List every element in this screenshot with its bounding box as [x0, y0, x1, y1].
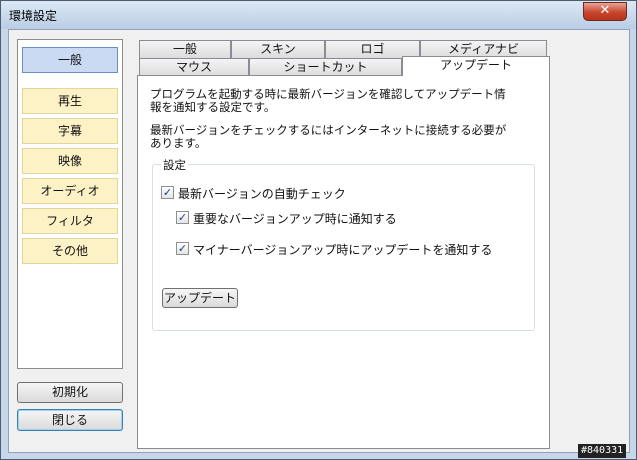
- auto-check-label[interactable]: 最新バージョンの自動チェック: [178, 185, 346, 202]
- sidebar-item-other[interactable]: その他: [22, 238, 118, 264]
- notice-line: あります。: [150, 135, 207, 150]
- close-icon[interactable]: ✕: [583, 2, 627, 21]
- tab-mouse[interactable]: マウス: [139, 58, 249, 76]
- settings-group: 設定 ✓ 最新バージョンの自動チェック ✓ 重要なバージョンアップ時に通知する …: [152, 157, 535, 331]
- sidebar-item-general[interactable]: 一般: [22, 47, 118, 73]
- update-button[interactable]: アップデート: [162, 288, 238, 308]
- sidebar-item-playback[interactable]: 再生: [22, 88, 118, 114]
- tab-general[interactable]: 一般: [139, 40, 231, 58]
- notify-minor-label[interactable]: マイナーバージョンアップ時にアップデートを通知する: [193, 241, 492, 258]
- settings-group-label: 設定: [161, 157, 188, 173]
- notice-line: 最新バージョンをチェックするにはインターネットに接続する必要が: [150, 123, 507, 137]
- tab-shortcut[interactable]: ショートカット: [249, 58, 402, 76]
- sidebar-item-audio[interactable]: オーディオ: [22, 178, 118, 204]
- description-line: 報を通知する設定です。: [150, 99, 276, 114]
- window-title: 環境設定: [9, 9, 58, 23]
- checkbox-checked-icon[interactable]: ✓: [176, 242, 189, 255]
- corner-badge: #840331: [578, 444, 627, 458]
- checkbox-checked-icon[interactable]: ✓: [176, 211, 189, 224]
- reset-button[interactable]: 初期化: [17, 382, 123, 403]
- notify-major-label[interactable]: 重要なバージョンアップ時に通知する: [193, 210, 397, 227]
- update-description: プログラムを起動する時に最新バージョンを確認してアップデート情 報を通知する設定…: [150, 88, 545, 113]
- client-area: 一般 再生 字幕 映像 オーディオ フィルタ その他 初期化 閉じる 一般 スキ…: [8, 29, 630, 453]
- description-line: プログラムを起動する時に最新バージョンを確認してアップデート情: [150, 87, 506, 101]
- internet-notice: 最新バージョンをチェックするにはインターネットに接続する必要が あります。: [150, 124, 545, 149]
- tab-skin[interactable]: スキン: [231, 40, 325, 58]
- category-sidebar: 一般 再生 字幕 映像 オーディオ フィルタ その他: [17, 39, 123, 369]
- sidebar-item-video[interactable]: 映像: [22, 148, 118, 174]
- close-button[interactable]: 閉じる: [17, 409, 123, 431]
- sidebar-item-subtitles[interactable]: 字幕: [22, 118, 118, 144]
- checkbox-checked-icon[interactable]: ✓: [161, 186, 174, 199]
- preferences-window: 環境設定 ✕ 一般 再生 字幕 映像 オーディオ フィルタ その他 初期化 閉じ…: [0, 0, 637, 460]
- title-bar[interactable]: 環境設定 ✕: [1, 1, 636, 29]
- tab-update[interactable]: アップデート: [402, 56, 550, 76]
- sidebar-item-filter[interactable]: フィルタ: [22, 208, 118, 234]
- update-tab-panel: プログラムを起動する時に最新バージョンを確認してアップデート情 報を通知する設定…: [137, 75, 550, 449]
